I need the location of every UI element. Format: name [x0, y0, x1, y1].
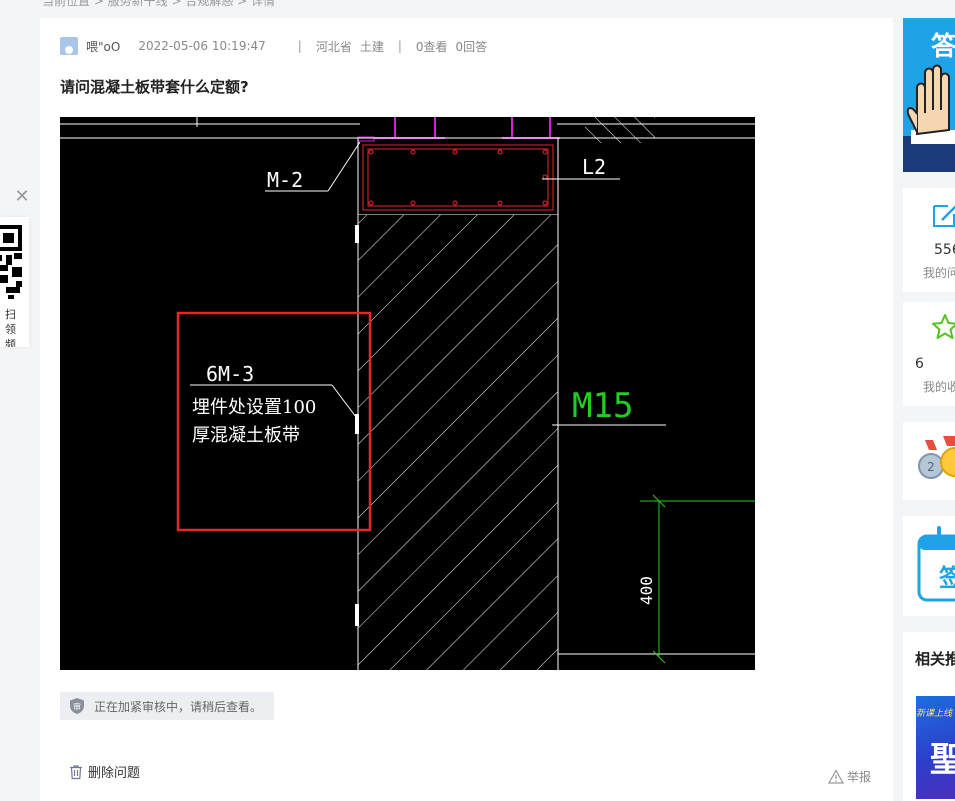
review-notice-text: 正在加紧审核中，请稍后查看。	[94, 699, 263, 714]
view-count: 0查看	[415, 39, 448, 54]
cad-label-l2: L2	[582, 155, 606, 179]
report-button[interactable]: 举报	[828, 768, 871, 785]
my-questions-label: 我的问	[923, 266, 955, 280]
course-thumbnail[interactable]: 新课上线 聖	[916, 696, 955, 799]
svg-text:审: 审	[73, 702, 81, 712]
report-label: 举报	[847, 770, 872, 784]
province-label: 河北省	[315, 39, 352, 54]
delete-question-label: 删除问题	[88, 766, 141, 781]
meta-separator: |	[397, 39, 402, 53]
course-glyph: 聖	[930, 740, 955, 780]
sign-in-card[interactable]: 签	[903, 516, 955, 616]
avatar[interactable]	[60, 37, 78, 55]
close-icon[interactable]: ✕	[12, 187, 32, 207]
meta-separator: |	[297, 39, 302, 53]
answer-banner[interactable]: 答	[903, 18, 955, 172]
cad-note-line2: 厚混凝土板带	[192, 425, 300, 446]
trash-icon	[70, 764, 82, 779]
raised-hand-icon	[903, 64, 955, 172]
cad-label-m2: M-2	[267, 168, 303, 192]
cad-dimension-400: 400	[637, 576, 656, 605]
answer-count: 0回答	[455, 39, 488, 54]
question-meta: 喂"oO 2022-05-06 10:19:47 | 河北省 土建 | 0查看 …	[60, 36, 487, 56]
related-card: 相关推 新课上线 聖	[903, 632, 955, 801]
delete-question-button[interactable]: 删除问题	[68, 762, 140, 781]
qr-text-line1: 扫领	[5, 308, 16, 336]
shield-icon: 审	[70, 698, 84, 714]
cad-label-m15: M15	[572, 386, 633, 426]
highlight-box	[176, 311, 372, 532]
medal-card[interactable]: 2	[903, 422, 955, 500]
question-card: 喂"oO 2022-05-06 10:19:47 | 河北省 土建 | 0查看 …	[40, 18, 893, 801]
warning-icon	[828, 769, 844, 784]
username[interactable]: 喂"oO	[86, 38, 120, 55]
qr-code-icon	[0, 225, 22, 305]
question-title: 请问混凝土板带套什么定额?	[60, 78, 249, 96]
related-title: 相关推	[915, 650, 955, 668]
sign-in-text: 签	[939, 564, 955, 592]
category-label: 土建	[359, 39, 384, 54]
course-badge: 新课上线	[916, 709, 953, 719]
my-favorites-count: 6	[915, 356, 924, 372]
my-favorites-label: 我的收	[923, 380, 955, 394]
cad-drawing: M-2 L2 6M-3 埋件处设置100 厚混凝土板带 M15 400	[60, 117, 755, 670]
review-notice: 审 正在加紧审核中，请稍后查看。	[60, 692, 275, 720]
breadcrumb: 当前位置 > 服务新干线 > 合规解惑 > 详情	[42, 0, 276, 8]
svg-text:2: 2	[927, 460, 935, 474]
star-icon	[932, 314, 955, 339]
edit-icon	[933, 205, 955, 227]
cad-note-line1: 埋件处设置100	[192, 397, 316, 418]
my-favorites-card[interactable]: 6 我的收	[903, 302, 955, 406]
qr-code-panel[interactable]: 扫领 频	[0, 217, 29, 347]
cad-label-6m3: 6M-3	[206, 362, 254, 386]
medal-icon: 2	[918, 436, 955, 479]
my-questions-card[interactable]: 556 我的问	[903, 188, 955, 292]
post-time: 2022-05-06 10:19:47	[138, 39, 266, 53]
question-image[interactable]: M-2 L2 6M-3 埋件处设置100 厚混凝土板带 M15 400	[60, 117, 755, 670]
qr-text-line2: 频	[5, 338, 16, 347]
my-questions-count: 556	[934, 242, 955, 258]
